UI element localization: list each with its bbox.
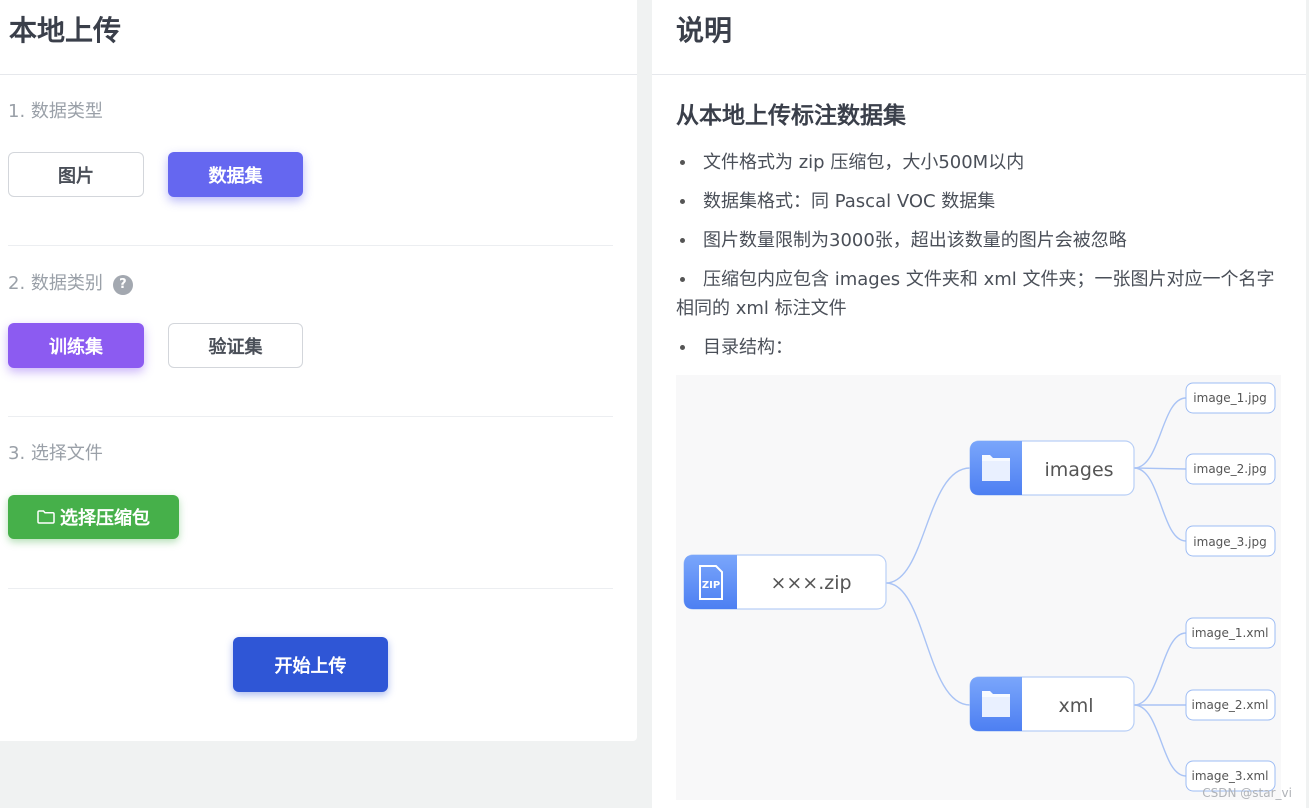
help-icon[interactable]: ? — [112, 275, 133, 295]
section-divider — [8, 588, 613, 589]
zip-root-node: ZIP ×××.zip — [683, 554, 887, 610]
file-leaves: image_1.jpg image_2.jpg image_3.jpg imag… — [1185, 382, 1276, 792]
select-file-label: 3. 选择文件 — [8, 443, 103, 464]
file-image_2-xml: image_2.xml — [1192, 698, 1269, 712]
file-image_1-jpg: image_1.jpg — [1193, 391, 1266, 405]
list-item: 目录结构： — [676, 333, 1286, 362]
instructions-list: 文件格式为 zip 压缩包，大小500M以内 数据集格式：同 Pascal VO… — [676, 148, 1286, 372]
xml-folder-label: xml — [1058, 695, 1093, 717]
start-upload-button[interactable]: 开始上传 — [233, 637, 388, 692]
type-image-button[interactable]: 图片 — [8, 152, 144, 197]
zip-icon-label: ZIP — [702, 580, 720, 591]
header-divider — [652, 74, 1306, 75]
folder-icon — [982, 691, 1010, 717]
upload-panel: 本地上传 1. 数据类型 图片 数据集 2. 数据类别? 训练集 验证集 3. … — [0, 0, 637, 741]
file-image_1-xml: image_1.xml — [1192, 626, 1269, 640]
upload-panel-title: 本地上传 — [9, 14, 122, 47]
category-validation-button[interactable]: 验证集 — [168, 323, 303, 368]
list-item: 文件格式为 zip 压缩包，大小500M以内 — [676, 148, 1286, 177]
header-divider — [0, 74, 637, 75]
category-train-button[interactable]: 训练集 — [8, 323, 144, 368]
xml-folder-node: xml — [969, 676, 1135, 732]
file-image_2-jpg: image_2.jpg — [1193, 462, 1266, 476]
images-folder-label: images — [1044, 459, 1113, 481]
data-category-label-text: 2. 数据类别 — [8, 273, 103, 294]
directory-tree-svg: ZIP ×××.zip images xml image_1.jpg image… — [683, 382, 1276, 792]
list-item: 压缩包内应包含 images 文件夹和 xml 文件夹；一张图片对应一个名字相同… — [676, 265, 1286, 323]
select-zip-label: 选择压缩包 — [60, 508, 150, 529]
watermark: CSDN @star_vi — [1202, 786, 1292, 800]
instructions-subtitle: 从本地上传标注数据集 — [676, 103, 906, 129]
type-dataset-button[interactable]: 数据集 — [168, 152, 303, 197]
list-item: 数据集格式：同 Pascal VOC 数据集 — [676, 187, 1286, 216]
directory-structure-diagram: ZIP ×××.zip images xml image_1.jpg image… — [676, 375, 1281, 800]
file-image_3-xml: image_3.xml — [1192, 769, 1269, 783]
data-type-label: 1. 数据类型 — [8, 101, 103, 122]
section-divider — [8, 416, 613, 417]
zip-root-label: ×××.zip — [770, 572, 851, 594]
folder-icon — [982, 455, 1010, 481]
file-image_3-jpg: image_3.jpg — [1193, 535, 1266, 549]
select-zip-button[interactable]: 选择压缩包 — [8, 495, 179, 539]
section-divider — [8, 245, 613, 246]
folder-icon — [37, 510, 55, 524]
instructions-title: 说明 — [676, 14, 733, 47]
instructions-panel: 说明 从本地上传标注数据集 文件格式为 zip 压缩包，大小500M以内 数据集… — [652, 0, 1306, 808]
list-item: 图片数量限制为3000张，超出该数量的图片会被忽略 — [676, 226, 1286, 255]
images-folder-node: images — [969, 440, 1135, 496]
data-category-label: 2. 数据类别? — [8, 272, 133, 296]
